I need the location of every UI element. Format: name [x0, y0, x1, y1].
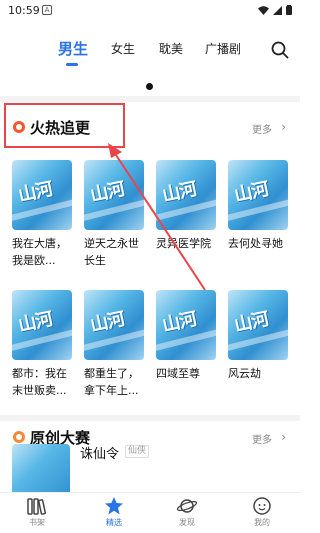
cover-art-icon: 山河	[232, 178, 271, 207]
genre-tag: 仙侠	[125, 445, 150, 458]
section-divider	[0, 415, 300, 421]
book-title: 灵异医学院	[156, 237, 211, 250]
nav-discover[interactable]: 发现	[157, 496, 217, 528]
banner-page-dot	[146, 83, 153, 90]
nav-label: 书架	[29, 518, 45, 527]
nav-mine[interactable]: 我的	[232, 496, 292, 528]
book-card[interactable]: 山河 逆天之永世长生	[84, 160, 144, 269]
cover-art-icon: 山河	[88, 308, 127, 337]
nav-label: 精选	[106, 518, 122, 527]
tab-danmei[interactable]: 耽美	[159, 40, 183, 57]
nav-label: 我的	[254, 518, 270, 527]
signal-icon	[273, 5, 282, 15]
battery-icon	[286, 5, 292, 15]
book-title: 风云劫	[228, 367, 261, 380]
star-icon	[105, 497, 123, 515]
book-card[interactable]: 山河 我在大唐，我是欧...	[12, 160, 72, 269]
cover-art-icon: 山河	[160, 178, 199, 207]
book-cover: 山河	[156, 290, 216, 360]
featured-book[interactable]: 诛仙令 仙侠	[12, 440, 288, 500]
nav-featured[interactable]: 精选	[84, 496, 144, 528]
cover-art-icon: 山河	[16, 178, 55, 207]
book-title: 我在大唐，我是欧...	[12, 237, 67, 267]
tab-radio-drama[interactable]: 广播剧	[205, 40, 241, 57]
book-cover: 山河	[228, 290, 288, 360]
book-cover: 山河	[228, 160, 288, 230]
book-cover: 山河	[84, 290, 144, 360]
category-tabs: 男生 女生 耽美 广播剧	[0, 38, 300, 68]
book-title: 四域至尊	[156, 367, 200, 380]
book-cover: 山河	[156, 160, 216, 230]
cover-art-icon: 山河	[160, 308, 199, 337]
annotation-highlight-box	[4, 103, 125, 148]
tab-male[interactable]: 男生	[58, 38, 88, 59]
tab-female[interactable]: 女生	[111, 40, 135, 57]
search-icon[interactable]	[270, 40, 290, 60]
book-title: 都市：我在末世贩卖...	[12, 367, 67, 397]
book-card[interactable]: 山河 去何处寻她	[228, 160, 288, 252]
profile-icon	[253, 497, 271, 515]
nav-bookshelf[interactable]: 书架	[7, 496, 67, 528]
cover-art-icon: 山河	[232, 308, 271, 337]
more-link[interactable]: 更多	[252, 121, 272, 136]
book-card[interactable]: 山河 都市：我在末世贩卖...	[12, 290, 72, 399]
status-time: 10:59	[8, 4, 40, 17]
book-title: 逆天之永世长生	[84, 237, 139, 267]
book-title: 诛仙令	[80, 447, 120, 462]
nav-label: 发现	[179, 518, 195, 527]
chevron-right-icon[interactable]: ›	[281, 120, 286, 134]
planet-icon	[176, 499, 198, 513]
cover-art-icon: 山河	[88, 178, 127, 207]
status-bar: 10:59 A	[0, 0, 300, 22]
book-title: 都重生了，拿下年上...	[84, 367, 139, 397]
tab-active-indicator	[66, 63, 78, 66]
book-card[interactable]: 山河 都重生了，拿下年上...	[84, 290, 144, 399]
book-title: 去何处寻她	[228, 237, 283, 250]
bottom-nav: 书架 精选 发现 我的	[0, 492, 300, 533]
wifi-icon	[258, 5, 269, 15]
book-cover: 山河	[12, 290, 72, 360]
status-icons	[258, 5, 292, 15]
section-divider	[0, 96, 300, 102]
cover-art-icon: 山河	[16, 308, 55, 337]
book-card[interactable]: 山河 灵异医学院	[156, 160, 216, 252]
notification-icon: A	[42, 5, 52, 15]
book-card[interactable]: 山河 风云劫	[228, 290, 288, 382]
bookshelf-icon	[27, 498, 46, 515]
book-cover: 山河	[12, 160, 72, 230]
book-cover: 山河	[84, 160, 144, 230]
book-card[interactable]: 山河 四域至尊	[156, 290, 216, 382]
